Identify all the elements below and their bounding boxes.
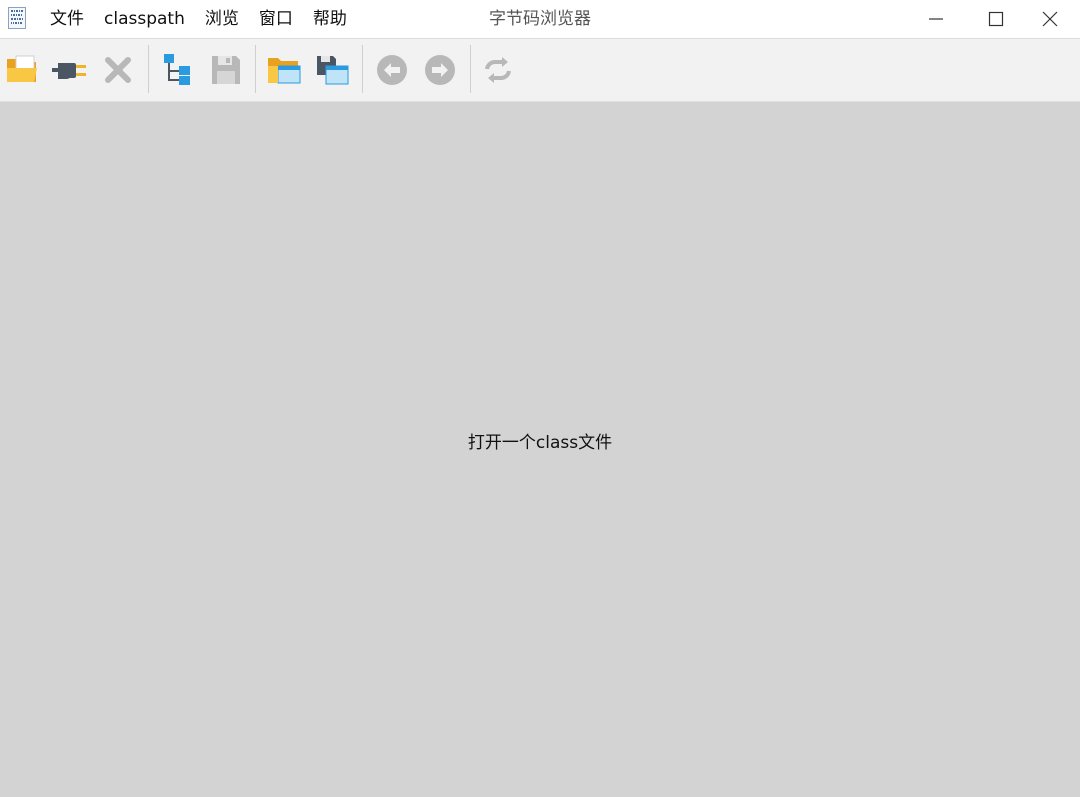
menu-window[interactable]: 窗口 [249,0,303,38]
minimize-button[interactable] [906,0,966,38]
toolbar-separator [470,45,471,93]
save-workspace-button[interactable] [310,48,354,92]
menu-bar: 文件 classpath 浏览 窗口 帮助 [40,0,357,38]
back-button[interactable] [370,48,414,92]
menu-classpath[interactable]: classpath [94,0,195,38]
menu-file[interactable]: 文件 [40,0,94,38]
connect-button[interactable] [48,48,92,92]
open-workspace-button[interactable] [262,48,306,92]
refresh-button[interactable] [476,48,520,92]
save-button[interactable] [204,48,248,92]
menu-browse[interactable]: 浏览 [195,0,249,38]
toolbar [0,39,1080,102]
title-bar: 文件 classpath 浏览 窗口 帮助 字节码浏览器 [0,0,1080,39]
toolbar-separator [148,45,149,93]
binary-file-icon [8,7,26,29]
forward-button[interactable] [418,48,462,92]
close-button[interactable] [1020,0,1080,38]
main-content-area: 打开一个class文件 [0,102,1080,797]
menu-help[interactable]: 帮助 [303,0,357,38]
open-file-button[interactable] [0,48,44,92]
maximize-button[interactable] [966,0,1026,38]
toolbar-separator [255,45,256,93]
hierarchy-button[interactable] [156,48,200,92]
toolbar-separator [362,45,363,93]
empty-state-message: 打开一个class文件 [467,433,613,453]
close-file-button[interactable] [96,48,140,92]
